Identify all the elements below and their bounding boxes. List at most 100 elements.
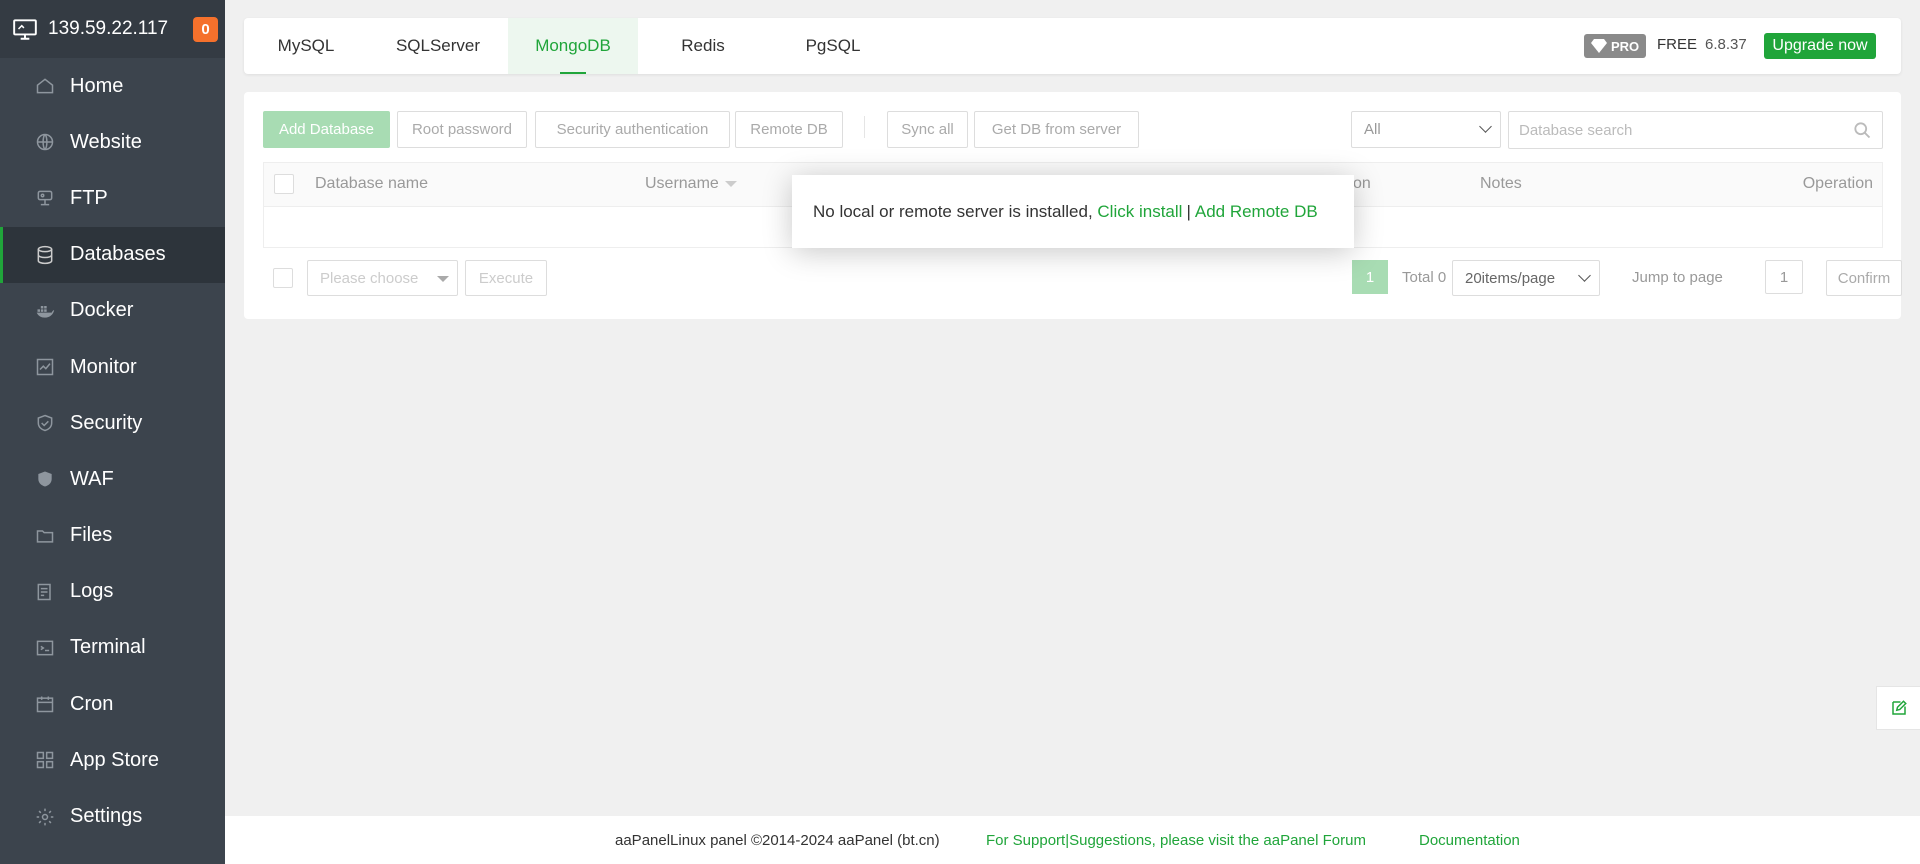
table-footer: Please choose Execute 1 Total 0 20items/…: [263, 260, 1902, 298]
batch-select-checkbox[interactable]: [273, 268, 293, 288]
select-all-checkbox[interactable]: [274, 174, 294, 194]
shield-icon: [35, 413, 55, 433]
page-number-current[interactable]: 1: [1352, 260, 1388, 294]
terminal-icon: [35, 638, 55, 658]
edition-label: FREE: [1657, 36, 1698, 53]
feedback-button[interactable]: [1876, 686, 1920, 730]
sidebar-item-label: Monitor: [70, 355, 137, 378]
tab-pgsql[interactable]: PgSQL: [768, 18, 898, 74]
sidebar-item-logs[interactable]: Logs: [0, 564, 225, 620]
sidebar-item-terminal[interactable]: Terminal: [0, 620, 225, 676]
footer-copyright: aaPanelLinux panel ©2014-2024 aaPanel (b…: [615, 832, 940, 849]
sidebar-item-docker[interactable]: Docker: [0, 283, 225, 339]
column-database-name: Database name: [315, 175, 428, 192]
database-search: [1508, 111, 1883, 149]
column-operation: Operation: [1802, 175, 1873, 192]
get-db-from-server-button[interactable]: Get DB from server: [974, 111, 1139, 148]
footer: aaPanelLinux panel ©2014-2024 aaPanel (b…: [225, 816, 1920, 864]
column-notes: Notes: [1480, 175, 1522, 192]
sidebar-item-settings[interactable]: Settings: [0, 788, 225, 844]
filter-select[interactable]: All: [1351, 111, 1501, 148]
tab-sqlserver[interactable]: SQLServer: [368, 18, 508, 74]
database-type-tabs: MySQL SQLServer MongoDB Redis PgSQL PRO …: [244, 18, 1901, 74]
sidebar-item-monitor[interactable]: Monitor: [0, 339, 225, 395]
diamond-icon: [1591, 39, 1607, 53]
sidebar-item-app-store[interactable]: App Store: [0, 732, 225, 788]
chevron-down-icon: [1479, 120, 1492, 133]
sidebar-item-label: Logs: [70, 580, 114, 603]
remote-db-button[interactable]: Remote DB: [735, 111, 843, 148]
toolbar-divider: [864, 116, 865, 138]
total-count: Total 0: [1402, 269, 1447, 286]
footer-support-link[interactable]: For Support|Suggestions, please visit th…: [986, 832, 1366, 849]
jump-page-input[interactable]: 1: [1765, 260, 1803, 294]
pro-label: PRO: [1611, 38, 1640, 54]
batch-action-select[interactable]: Please choose: [307, 260, 458, 296]
sort-arrow-icon: [724, 180, 737, 187]
docker-icon: [35, 301, 55, 321]
database-icon: [35, 245, 55, 265]
notification-badge[interactable]: 0: [193, 16, 218, 42]
add-remote-db-link[interactable]: Add Remote DB: [1195, 202, 1318, 222]
no-server-popup: No local or remote server is installed, …: [792, 175, 1354, 248]
version-label: 6.8.37: [1705, 36, 1747, 53]
root-password-button[interactable]: Root password: [397, 111, 527, 148]
click-install-link[interactable]: Click install: [1097, 202, 1182, 222]
sidebar-item-label: Security: [70, 411, 143, 434]
ftp-icon: [35, 188, 55, 208]
filter-select-value: All: [1364, 121, 1381, 138]
sidebar-item-label: Databases: [70, 243, 166, 266]
popup-message: No local or remote server is installed,: [813, 201, 1093, 221]
items-per-page-select[interactable]: 20items/page: [1452, 260, 1600, 296]
sidebar-item-databases[interactable]: Databases: [0, 226, 225, 283]
home-icon: [35, 76, 55, 96]
sidebar-item-website[interactable]: Website: [0, 114, 225, 170]
folder-icon: [35, 526, 55, 546]
server-ip: 139.59.22.117: [48, 18, 169, 39]
sidebar-item-cron[interactable]: Cron: [0, 676, 225, 732]
sidebar-item-label: Cron: [70, 692, 114, 715]
confirm-button[interactable]: Confirm: [1826, 260, 1902, 296]
search-input[interactable]: [1509, 112, 1839, 148]
chevron-down-icon: [1578, 269, 1591, 282]
execute-button[interactable]: Execute: [465, 260, 547, 296]
monitor-icon: [35, 357, 55, 377]
sidebar-item-label: Docker: [70, 299, 134, 322]
upgrade-button[interactable]: Upgrade now: [1764, 33, 1876, 59]
tab-redis[interactable]: Redis: [638, 18, 768, 74]
column-username-label: Username: [645, 175, 719, 192]
dropdown-arrow-icon: [437, 276, 449, 282]
edit-icon: [1891, 700, 1907, 715]
tab-mysql[interactable]: MySQL: [244, 18, 368, 74]
apps-grid-icon: [35, 750, 55, 770]
tab-mongodb[interactable]: MongoDB: [508, 18, 638, 74]
batch-action-placeholder: Please choose: [320, 269, 419, 287]
sidebar-item-label: Website: [70, 130, 142, 153]
jump-to-page-label: Jump to page: [1632, 269, 1723, 286]
sidebar-item-label: Settings: [70, 805, 143, 828]
waf-shield-icon: [35, 469, 55, 489]
sidebar-item-label: App Store: [70, 748, 159, 771]
footer-docs-link[interactable]: Documentation: [1419, 832, 1520, 849]
popup-separator: |: [1186, 201, 1191, 221]
sidebar-item-waf[interactable]: WAF: [0, 451, 225, 507]
security-authentication-button[interactable]: Security authentication: [535, 111, 730, 148]
log-icon: [35, 582, 55, 602]
globe-icon: [35, 132, 55, 152]
add-database-button[interactable]: Add Database: [263, 111, 390, 148]
column-username[interactable]: Username: [645, 175, 737, 193]
sidebar-item-ftp[interactable]: FTP: [0, 170, 225, 226]
pro-badge[interactable]: PRO: [1584, 34, 1647, 58]
sidebar-item-home[interactable]: Home: [0, 58, 225, 114]
server-header[interactable]: 139.59.22.117 0: [0, 0, 225, 58]
gear-icon: [35, 807, 55, 827]
sidebar: 139.59.22.117 0 Home Website FTP Databas…: [0, 0, 225, 864]
sidebar-item-files[interactable]: Files: [0, 508, 225, 564]
search-icon[interactable]: [1852, 120, 1872, 140]
monitor-screen-icon: [13, 19, 37, 40]
sidebar-item-label: WAF: [70, 467, 114, 490]
sidebar-nav: Home Website FTP Databases Docker Monito…: [0, 58, 225, 845]
sidebar-item-label: Terminal: [70, 636, 146, 659]
sidebar-item-security[interactable]: Security: [0, 395, 225, 451]
sync-all-button[interactable]: Sync all: [887, 111, 968, 148]
